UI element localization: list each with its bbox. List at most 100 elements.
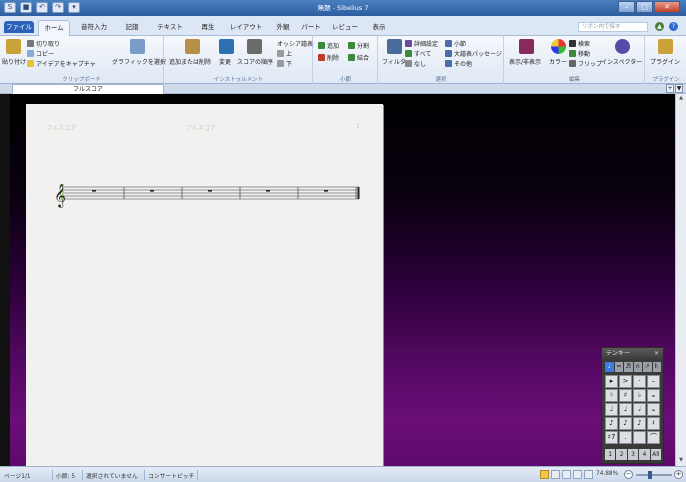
tab-layout[interactable]: レイアウト [226,20,266,36]
ribbon-minimize-icon[interactable]: ▲ [655,22,664,31]
find-button[interactable]: 検索 [569,39,590,48]
zoom-out-icon[interactable]: − [624,470,633,479]
keypad-close-icon[interactable]: × [654,348,659,359]
select-bar-button[interactable]: 小節 [445,39,466,48]
keypad-key[interactable]: 𝅝 [647,403,660,416]
keypad-key[interactable]: ⌒ [647,431,660,444]
maximize-button[interactable]: □ [636,1,653,13]
keypad-title[interactable]: テンキー × [602,348,663,359]
ribbon-search-input[interactable]: リボン内で探す [578,22,648,32]
advanced-select-button[interactable]: 詳細設定 [405,39,438,48]
keypad-key[interactable]: > [619,375,632,388]
inspector-button[interactable]: インスペクター [601,57,642,66]
keypad-key[interactable]: . [619,431,632,444]
keypad-key[interactable]: ♪ [619,417,632,430]
close-button[interactable]: ✕ [654,1,680,13]
tab-text[interactable]: テキスト [150,20,190,36]
select-other-button[interactable]: その他 [445,59,472,68]
tab-note-input[interactable]: 音符入力 [74,20,114,36]
tab-play[interactable]: 再生 [196,20,220,36]
ossia-button[interactable]: オッシア譜表 [277,39,313,48]
keypad-key[interactable]: ♩ [605,403,618,416]
keypad-key[interactable]: ♪ [633,417,646,430]
tab-review[interactable]: レビュー [328,20,362,36]
tab-notations[interactable]: 記譜 [120,20,144,36]
capture-idea-button[interactable]: アイデアをキャプチャ [27,59,96,68]
move-down-button[interactable]: 下 [277,59,292,68]
score-order-button[interactable]: スコアの順序 [237,57,273,66]
move-button[interactable]: 移動 [569,49,590,58]
keypad-key[interactable]: ▸ [605,375,618,388]
add-remove-instrument-button[interactable]: 追加または削除 [169,57,211,66]
keypad-tab-beams[interactable]: ♬ [624,362,633,372]
select-graphic-button[interactable]: グラフィックを選択 [112,57,166,66]
voice-4-button[interactable]: 4 [639,449,650,460]
panorama-view-icon[interactable] [562,470,571,479]
help-icon[interactable]: ? [669,22,678,31]
keypad-tab-jazz[interactable]: ↗ [643,362,652,372]
color-button[interactable]: カラー [549,57,567,66]
keypad-key[interactable]: – [647,375,660,388]
tab-appearance[interactable]: 外観 [272,20,294,36]
tab-full-score[interactable]: フルスコア [12,84,164,94]
tab-home[interactable]: ホーム [38,20,70,36]
zoom-in-icon[interactable]: + [674,470,683,479]
voice-2-button[interactable]: 2 [616,449,627,460]
select-passage-button[interactable]: 大譜表パッセージ [445,49,502,58]
add-bar-button[interactable]: 追加 [318,41,339,50]
copy-button[interactable]: コピー [27,49,54,58]
minimize-button[interactable]: – [618,1,635,13]
spread-view-icon[interactable] [551,470,560,479]
whole-rest-icon [92,190,96,192]
show-hide-button[interactable]: 表示/非表示 [509,57,541,66]
select-all-button[interactable]: すべて [405,49,431,58]
keypad-tab-accidentals[interactable]: 𝄆 [652,362,661,372]
score-page[interactable]: フルスコア フルスコア 1 𝄞 [26,104,383,466]
voice-all-button[interactable]: All [650,449,662,460]
scroll-up-icon[interactable]: ▲ [677,95,685,103]
keypad-tab-common[interactable]: ♩ [605,362,614,372]
concert-pitch-toggle[interactable]: コンサートピッチ [148,471,194,480]
select-none-button[interactable]: なし [405,59,426,68]
zoom-slider-thumb[interactable] [648,471,652,479]
plugins-button[interactable]: プラグイン [650,57,680,66]
keypad-key[interactable]: 𝄪 [647,389,660,402]
join-bar-button[interactable]: 結合 [348,53,369,62]
keypad-key[interactable]: ♯7 [605,431,618,444]
keypad-key[interactable]: 𝅗𝅥 [633,403,646,416]
tab-file[interactable]: ファイル [4,21,34,33]
keypad-tab-more-notes[interactable]: ═ [614,362,623,372]
split-bar-button[interactable]: 分割 [348,41,369,50]
voice-3-button[interactable]: 3 [627,449,639,460]
keypad-key[interactable]: ♯ [619,389,632,402]
scroll-down-icon[interactable]: ▼ [677,457,685,465]
change-instrument-button[interactable]: 変更 [219,57,231,66]
status-bar: ページ1/1 小節: 5 選択されていません コンサートピッチ 74.88% −… [0,466,686,482]
tab-parts[interactable]: パート [300,20,322,36]
tall-view-icon[interactable] [573,470,582,479]
voice-1-button[interactable]: 1 [605,449,616,460]
down-icon [277,60,284,67]
keypad-key[interactable]: · [633,375,646,388]
keypad-key[interactable]: ♭ [633,389,646,402]
delete-bar-button[interactable]: 削除 [318,53,339,62]
keypad-key[interactable]: ♮ [605,389,618,402]
page-view-icon[interactable] [540,470,549,479]
keypad-key[interactable] [633,431,646,444]
keypad-tab-articulations[interactable]: ∩ [633,362,642,372]
keypad-key[interactable]: ♩ [619,403,632,416]
flip-button[interactable]: フリップ [569,59,602,68]
move-up-button[interactable]: 上 [277,49,292,58]
add-view-button[interactable]: + [666,84,674,93]
vertical-scrollbar[interactable]: ▲ ▼ [675,94,686,466]
title-bar: S ■ ↶ ↷ ▾ 無題 - Sibelius 7 – □ ✕ [0,0,686,16]
cut-button[interactable]: 切り取り [27,39,60,48]
zoom-slider[interactable] [636,474,672,476]
keypad-key[interactable]: 𝄽 [647,417,660,430]
filter-button[interactable]: フィルタ [382,57,406,66]
keypad-key[interactable]: ♪ [605,417,618,430]
view-menu-button[interactable]: ▼ [675,84,683,93]
wide-view-icon[interactable] [584,470,593,479]
paste-button[interactable]: 貼り付け [2,57,26,66]
tab-view[interactable]: 表示 [368,20,390,36]
